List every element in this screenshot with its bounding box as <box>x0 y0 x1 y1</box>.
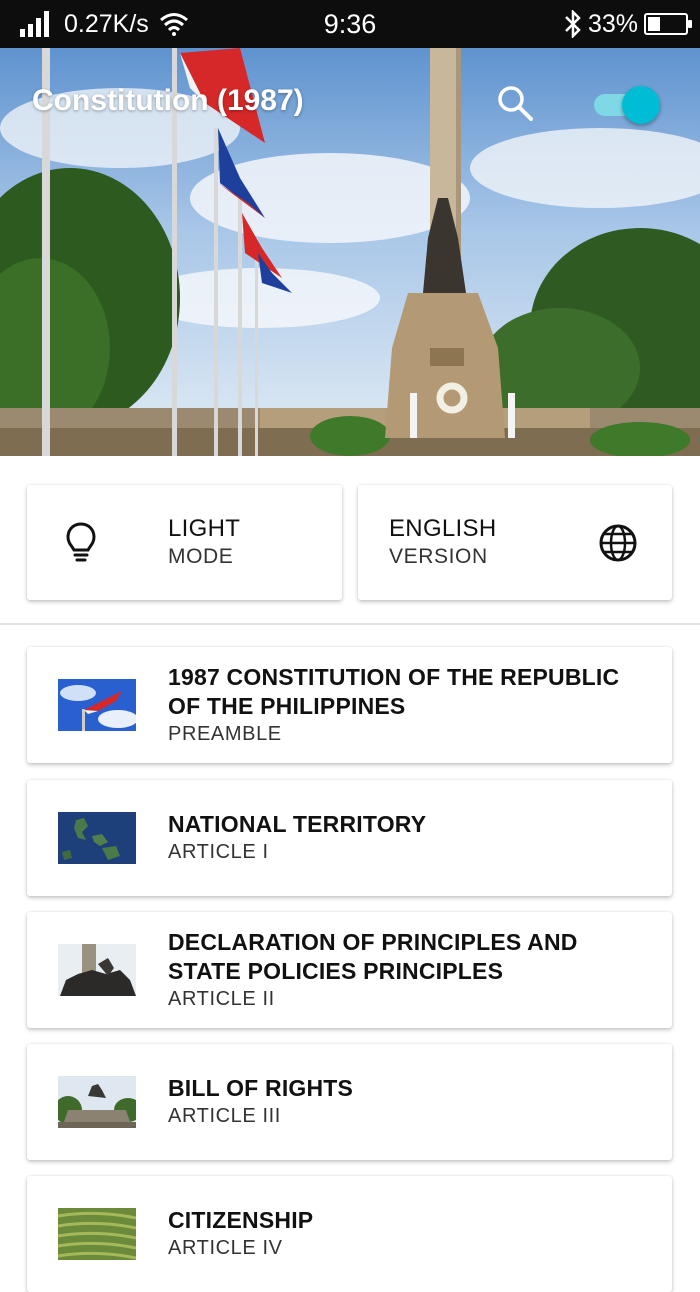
language-card[interactable]: ENGLISH VERSION <box>358 485 672 600</box>
mode-label: MODE <box>168 545 234 568</box>
toggle-knob <box>622 86 660 124</box>
light-mode-card[interactable]: LIGHT MODE <box>27 485 342 600</box>
app-title: Constitution (1987) <box>32 84 304 117</box>
article-card-principles[interactable]: DECLARATION OF PRINCIPLES AND STATE POLI… <box>27 912 672 1028</box>
article-subtitle: ARTICLE IV <box>168 1237 283 1259</box>
lightbulb-icon <box>66 522 96 562</box>
search-icon <box>498 86 533 121</box>
monument-park-thumbnail <box>58 1076 136 1128</box>
english-label: ENGLISH <box>389 515 497 542</box>
monument-thumbnail <box>58 944 136 996</box>
article-subtitle: ARTICLE I <box>168 841 269 863</box>
article-card-national-territory[interactable]: NATIONAL TERRITORY ARTICLE I <box>27 780 672 896</box>
article-card-bill-of-rights[interactable]: BILL OF RIGHTS ARTICLE III <box>27 1044 672 1160</box>
article-subtitle: ARTICLE III <box>168 1105 281 1127</box>
divider <box>0 623 700 625</box>
status-bar: 0.27K/s 9:36 33% <box>0 0 700 48</box>
article-title: 1987 CONSTITUTION OF THE REPUBLIC OF THE… <box>168 663 620 719</box>
article-title: NATIONAL TERRITORY <box>168 811 427 837</box>
map-thumbnail <box>58 812 136 864</box>
article-card-preamble[interactable]: 1987 CONSTITUTION OF THE REPUBLIC OF THE… <box>27 647 672 763</box>
article-title: BILL OF RIGHTS <box>168 1075 354 1101</box>
globe-icon <box>599 524 637 562</box>
search-button[interactable] <box>494 82 538 126</box>
article-title: DECLARATION OF PRINCIPLES AND STATE POLI… <box>168 928 578 984</box>
article-title: CITIZENSHIP <box>168 1207 314 1233</box>
battery-icon <box>644 13 692 35</box>
version-label: VERSION <box>389 545 488 568</box>
bluetooth-icon <box>565 10 581 38</box>
rice-terraces-thumbnail <box>58 1208 136 1260</box>
battery-percent: 33% <box>587 9 638 38</box>
theme-toggle[interactable] <box>594 86 666 124</box>
light-label: LIGHT <box>168 515 241 542</box>
article-card-citizenship[interactable]: CITIZENSHIP ARTICLE IV <box>27 1176 672 1292</box>
article-subtitle: ARTICLE II <box>168 987 275 1010</box>
article-subtitle: PREAMBLE <box>168 722 282 745</box>
flag-thumbnail <box>58 679 136 731</box>
